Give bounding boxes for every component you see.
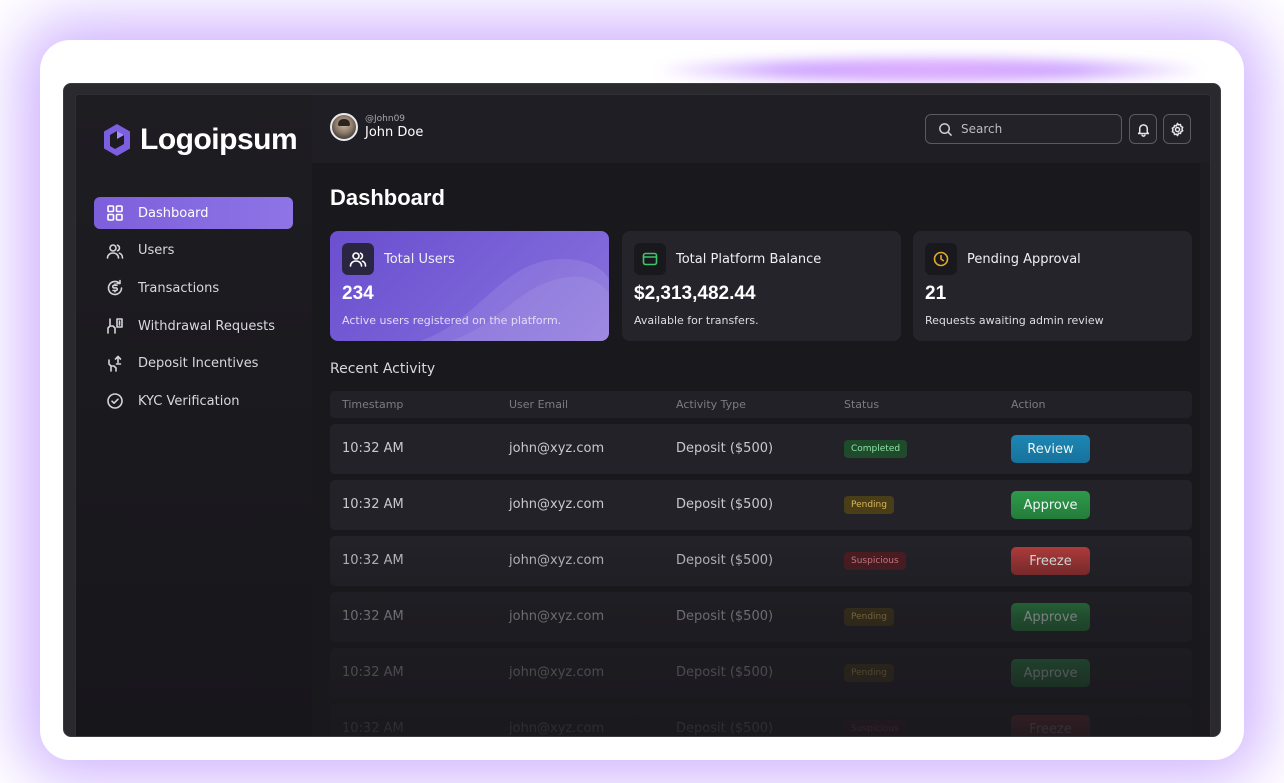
sidebar-item-label: Deposit Incentives <box>138 356 259 372</box>
sidebar-item-label: Users <box>138 243 175 259</box>
card-title: Pending Approval <box>967 252 1081 267</box>
card-subtitle: Available for transfers. <box>634 314 759 327</box>
wallet-icon <box>634 243 666 275</box>
sidebar-item-users[interactable]: Users <box>94 235 293 267</box>
cell-activity-type: Deposit ($500) <box>676 441 774 456</box>
sidebar-item-withdrawal-requests[interactable]: Withdrawal Requests <box>94 310 293 342</box>
user-name: John Doe <box>365 125 424 140</box>
cell-email: john@xyz.com <box>509 609 605 624</box>
logo[interactable]: Logoipsum <box>102 123 298 157</box>
table-row[interactable]: 10:32 AM john@xyz.com Deposit ($500) Sus… <box>330 704 1192 736</box>
main-content: Dashboard Total Users 234 Active users r… <box>312 163 1210 736</box>
sidebar-item-kyc-verification[interactable]: KYC Verification <box>94 385 293 417</box>
column-header: Timestamp <box>342 398 404 411</box>
users-icon <box>106 242 124 260</box>
card-subtitle: Active users registered on the platform. <box>342 314 562 327</box>
search-box[interactable] <box>925 114 1122 144</box>
card-value: $2,313,482.44 <box>634 283 756 304</box>
status-badge: Pending <box>844 664 894 682</box>
sidebar-item-label: Dashboard <box>138 205 209 221</box>
table-row[interactable]: 10:32 AM john@xyz.com Deposit ($500) Com… <box>330 424 1192 474</box>
users-icon <box>342 243 374 275</box>
cell-timestamp: 10:32 AM <box>342 441 404 456</box>
cell-activity-type: Deposit ($500) <box>676 721 774 736</box>
table-row[interactable]: 10:32 AM john@xyz.com Deposit ($500) Pen… <box>330 480 1192 530</box>
approve-button[interactable]: Approve <box>1011 603 1090 631</box>
sidebar-item-transactions[interactable]: Transactions <box>94 272 293 304</box>
table-row[interactable]: 10:32 AM john@xyz.com Deposit ($500) Sus… <box>330 536 1192 586</box>
sidebar-item-label: Withdrawal Requests <box>138 318 276 334</box>
table-row[interactable]: 10:32 AM john@xyz.com Deposit ($500) Pen… <box>330 592 1192 642</box>
logo-icon <box>104 124 130 156</box>
column-header: Activity Type <box>676 398 746 411</box>
section-title: Recent Activity <box>330 361 436 377</box>
logo-text: Logoipsum <box>140 123 298 156</box>
column-header: Status <box>844 398 880 411</box>
cell-timestamp: 10:32 AM <box>342 553 404 568</box>
cell-email: john@xyz.com <box>509 553 605 568</box>
check-circle-icon <box>106 392 124 410</box>
frame-top-glow <box>660 56 1200 84</box>
notifications-button[interactable] <box>1129 114 1157 144</box>
cell-timestamp: 10:32 AM <box>342 721 404 736</box>
search-input[interactable] <box>961 122 1111 136</box>
cell-email: john@xyz.com <box>509 721 605 736</box>
sidebar: Logoipsum Dashboard Users Transactions W… <box>76 95 312 736</box>
settings-button[interactable] <box>1163 114 1191 144</box>
page-title: Dashboard <box>330 185 445 210</box>
cell-activity-type: Deposit ($500) <box>676 553 774 568</box>
freeze-button[interactable]: Freeze <box>1011 715 1090 736</box>
user-handle: @John09 <box>365 114 406 124</box>
transactions-icon <box>106 279 124 297</box>
cell-timestamp: 10:32 AM <box>342 665 404 680</box>
freeze-button[interactable]: Freeze <box>1011 547 1090 575</box>
status-badge: Pending <box>844 608 894 626</box>
sidebar-nav: Dashboard Users Transactions Withdrawal … <box>94 197 293 423</box>
status-badge: Suspicious <box>844 720 906 736</box>
cell-activity-type: Deposit ($500) <box>676 497 774 512</box>
grid-icon <box>106 204 124 222</box>
cell-timestamp: 10:32 AM <box>342 497 404 512</box>
table-header: Timestamp User Email Activity Type Statu… <box>330 391 1192 418</box>
avatar[interactable] <box>330 113 358 141</box>
stat-card-platform-balance[interactable]: Total Platform Balance $2,313,482.44 Ava… <box>622 231 901 341</box>
cell-activity-type: Deposit ($500) <box>676 609 774 624</box>
card-subtitle: Requests awaiting admin review <box>925 314 1104 327</box>
status-badge: Suspicious <box>844 552 906 570</box>
stat-card-pending-approval[interactable]: Pending Approval 21 Requests awaiting ad… <box>913 231 1192 341</box>
status-badge: Pending <box>844 496 894 514</box>
cell-email: john@xyz.com <box>509 497 605 512</box>
cell-email: john@xyz.com <box>509 665 605 680</box>
cell-timestamp: 10:32 AM <box>342 609 404 624</box>
card-value: 21 <box>925 283 947 304</box>
stat-card-total-users[interactable]: Total Users 234 Active users registered … <box>330 231 609 341</box>
column-header: Action <box>1011 398 1046 411</box>
withdrawal-icon <box>106 317 124 335</box>
sidebar-item-deposit-incentives[interactable]: Deposit Incentives <box>94 348 293 380</box>
clock-icon <box>925 243 957 275</box>
bell-icon <box>1137 123 1149 137</box>
deposit-icon <box>106 355 124 373</box>
sidebar-item-dashboard[interactable]: Dashboard <box>94 197 293 229</box>
sidebar-item-label: KYC Verification <box>138 393 240 409</box>
card-title: Total Platform Balance <box>676 252 822 267</box>
table-row[interactable]: 10:32 AM john@xyz.com Deposit ($500) Pen… <box>330 648 1192 698</box>
card-value: 234 <box>342 283 374 304</box>
app-window: Logoipsum Dashboard Users Transactions W… <box>75 94 1211 736</box>
user-info: @John09 John Doe <box>365 114 423 140</box>
status-badge: Completed <box>844 440 908 458</box>
card-title: Total Users <box>384 252 455 267</box>
sidebar-item-label: Transactions <box>138 280 220 296</box>
column-header: User Email <box>509 398 569 411</box>
approve-button[interactable]: Approve <box>1011 491 1090 519</box>
cell-activity-type: Deposit ($500) <box>676 665 774 680</box>
review-button[interactable]: Review <box>1011 435 1090 463</box>
cell-email: john@xyz.com <box>509 441 605 456</box>
search-icon <box>939 122 953 136</box>
approve-button[interactable]: Approve <box>1011 659 1090 687</box>
top-header: @John09 John Doe <box>312 95 1210 163</box>
device-frame: Logoipsum Dashboard Users Transactions W… <box>63 83 1221 737</box>
user-profile[interactable]: @John09 John Doe <box>330 113 423 141</box>
gear-icon <box>1171 122 1183 136</box>
